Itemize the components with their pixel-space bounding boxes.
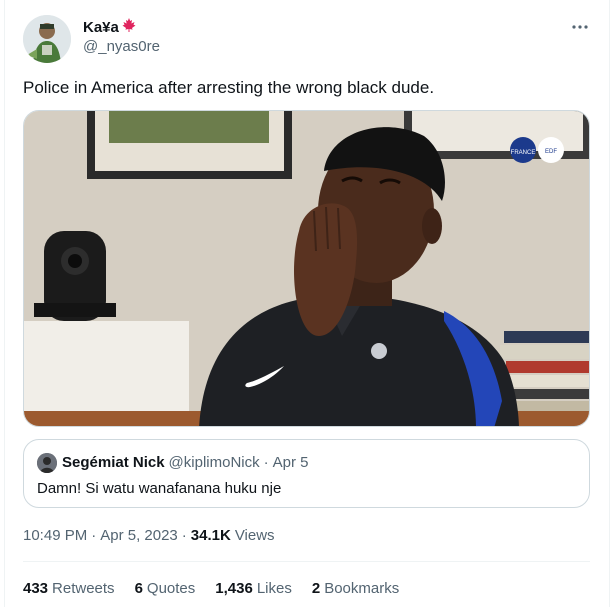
- tweet-text: Police in America after arresting the wr…: [23, 78, 435, 97]
- tweet-time[interactable]: 10:49 PM: [23, 527, 87, 544]
- quotes-count: 6: [134, 580, 143, 597]
- quoted-tweet[interactable]: Segémiat Nick @kiplimoNick · Apr 5 Damn!…: [23, 439, 590, 508]
- quote-text: Damn! Si watu wanafanana huku nje: [37, 480, 282, 497]
- tweet-media-image[interactable]: FRANCE EDF: [23, 110, 590, 427]
- quote-avatar[interactable]: [37, 453, 57, 473]
- engagement-stats: 433 Retweets 6 Quotes 1,436 Likes 2 Book…: [23, 580, 399, 597]
- views-label: Views: [234, 527, 275, 544]
- bookmarks-count: 2: [311, 580, 321, 597]
- more-horizontal-icon: [572, 25, 588, 29]
- divider-top: [23, 561, 590, 562]
- retweets-stat[interactable]: 433 Retweets: [23, 580, 115, 597]
- badge-france-text: FRANCE: [511, 150, 536, 156]
- views-count: 34.1K: [190, 527, 231, 544]
- tweet-date[interactable]: Apr 5, 2023: [100, 527, 178, 544]
- bookmarks-label: Bookmarks: [324, 580, 400, 597]
- tweet-meta: 10:49 PM · Apr 5, 2023 · 34.1K Views: [23, 527, 275, 544]
- retweets-label: Retweets: [52, 580, 115, 597]
- quote-date[interactable]: Apr 5: [273, 454, 309, 471]
- meta-separator: ·: [91, 527, 97, 544]
- badge-edf-text: EDF: [545, 149, 557, 155]
- author-name-row[interactable]: Ka¥a: [83, 17, 137, 38]
- author-avatar[interactable]: [23, 15, 71, 63]
- quote-author-handle[interactable]: @kiplimoNick: [169, 454, 260, 471]
- quote-avatar-image: [37, 453, 57, 473]
- quote-separator: ·: [263, 454, 269, 471]
- retweets-count: 433: [23, 580, 49, 597]
- meta-separator-2: ·: [181, 527, 187, 544]
- avatar-image: [23, 15, 71, 63]
- likes-count: 1,436: [215, 580, 253, 597]
- maple-leaf-icon: [121, 17, 137, 38]
- media-scene: FRANCE EDF: [24, 111, 589, 426]
- author-display-name[interactable]: Ka¥a: [83, 19, 119, 36]
- quotes-label: Quotes: [146, 580, 196, 597]
- more-options-button[interactable]: [570, 17, 590, 42]
- likes-stat[interactable]: 1,436 Likes: [215, 580, 292, 597]
- bookmarks-stat[interactable]: 2 Bookmarks: [312, 580, 399, 597]
- quote-author-name[interactable]: Segémiat Nick: [62, 454, 165, 471]
- quotes-stat[interactable]: 6 Quotes: [135, 580, 196, 597]
- author-handle[interactable]: @_nyas0re: [83, 38, 160, 55]
- quote-header: Segémiat Nick @kiplimoNick · Apr 5: [62, 454, 308, 471]
- likes-label: Likes: [256, 580, 292, 597]
